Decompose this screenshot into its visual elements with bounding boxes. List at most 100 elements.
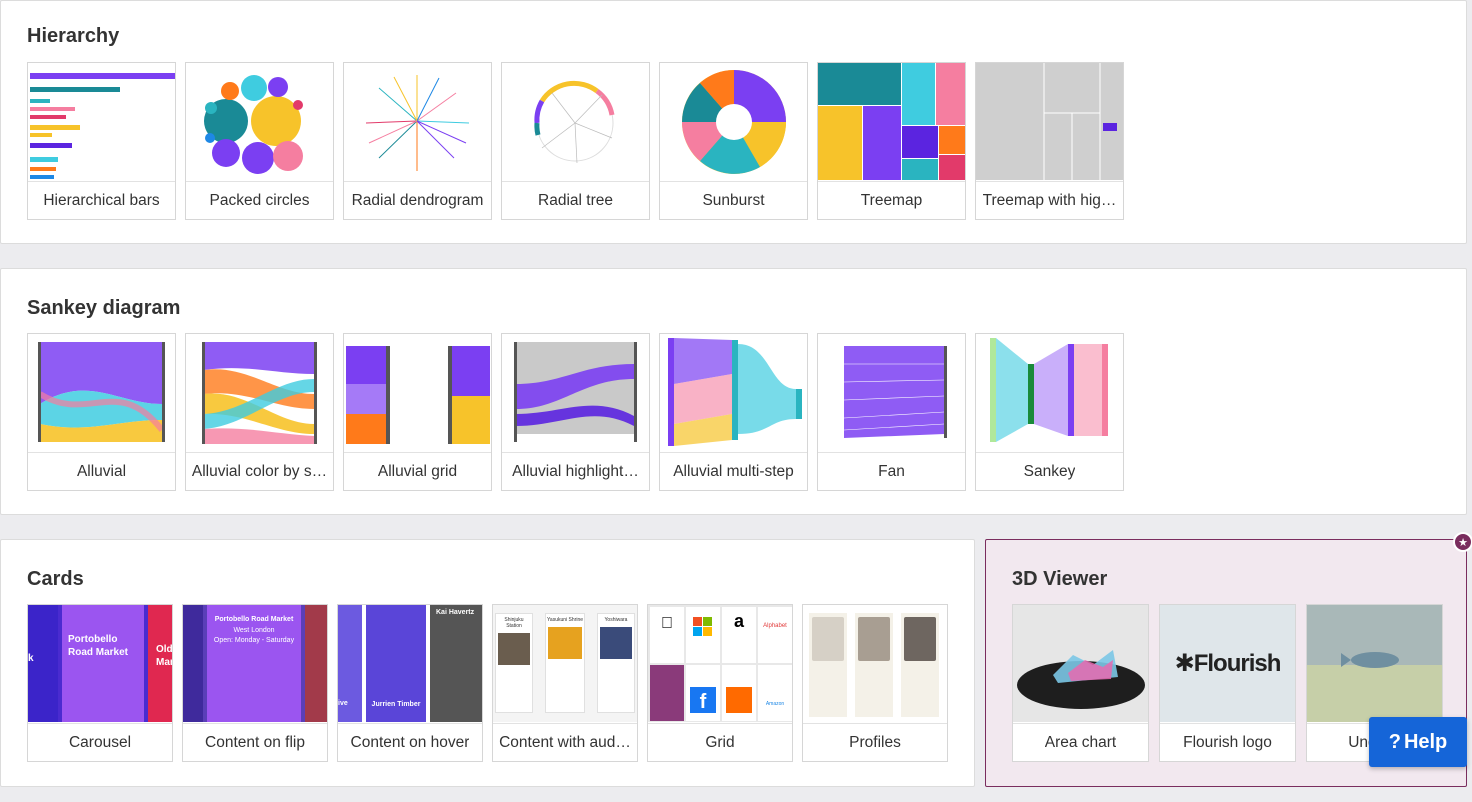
tile-label: Alluvial color by s… bbox=[191, 462, 328, 480]
grid-logo-tile bbox=[650, 665, 684, 721]
tile-area-chart-3d[interactable]: Area chart bbox=[1012, 604, 1149, 762]
tile-content-on-flip[interactable]: Portobello Road Market West London Open:… bbox=[182, 604, 328, 762]
help-label: Help bbox=[1403, 730, 1448, 753]
tile-label: Treemap bbox=[860, 191, 923, 209]
tile-sunburst[interactable]: Sunburst bbox=[659, 62, 808, 220]
flourish-logo-icon: ✱Flourish bbox=[1174, 650, 1282, 677]
star-icon: ★ bbox=[1453, 532, 1472, 552]
cards-section: Cards k Portobello Road Market Old Mar C… bbox=[0, 539, 975, 787]
thumbnail-content-on-flip: Portobello Road Market West London Open:… bbox=[183, 605, 327, 722]
tile-radial-dendrogram[interactable]: Radial dendrogram bbox=[343, 62, 492, 220]
thumbnail-carousel: k Portobello Road Market Old Mar bbox=[28, 605, 172, 722]
profile-card-1 bbox=[809, 613, 847, 717]
section-title-cards: Cards bbox=[27, 568, 84, 590]
tile-label: Sankey bbox=[1023, 462, 1076, 480]
tile-alluvial-highlight[interactable]: Alluvial highlight… bbox=[501, 333, 650, 491]
thumbnail-packed-circles bbox=[186, 63, 333, 180]
tile-grid[interactable]:  a Alphabet f Amazon Grid bbox=[647, 604, 793, 762]
tile-label: Alluvial highlight… bbox=[512, 462, 639, 480]
help-button[interactable]: ? Help bbox=[1369, 717, 1467, 767]
tile-alluvial-multi-step[interactable]: Alluvial multi-step bbox=[659, 333, 808, 491]
amazon-logo-icon: a bbox=[722, 607, 756, 663]
carousel-left-panel: k bbox=[28, 605, 58, 722]
tile-hierarchical-bars[interactable]: Hierarchical bars bbox=[27, 62, 176, 220]
section-title-hierarchy: Hierarchy bbox=[27, 25, 120, 47]
thumbnail-radial-dendrogram bbox=[344, 63, 491, 180]
thumbnail-underwater bbox=[1307, 605, 1442, 722]
tile-label: Radial tree bbox=[538, 191, 613, 209]
sankey-section: Sankey diagram Alluvial Alluvial color b… bbox=[0, 268, 1467, 515]
tile-label: Carousel bbox=[68, 733, 132, 751]
tile-radial-tree[interactable]: Radial tree bbox=[501, 62, 650, 220]
section-title-sankey: Sankey diagram bbox=[27, 297, 181, 319]
tile-treemap-with-highlight[interactable]: Treemap with hig… bbox=[975, 62, 1124, 220]
tile-label: Packed circles bbox=[209, 191, 310, 209]
thumbnail-treemap-highlight bbox=[976, 63, 1123, 180]
thumbnail-content-with-audio: Shinjuku Station Yasukuni Shrine Yoshiwa… bbox=[493, 605, 637, 722]
thumbnail-hierarchical-bars bbox=[28, 63, 175, 180]
alphabet-logo: Alphabet bbox=[758, 607, 792, 663]
thumbnail-alluvial bbox=[28, 334, 175, 451]
apple-logo-icon:  bbox=[650, 607, 684, 663]
tile-content-with-audio[interactable]: Shinjuku Station Yasukuni Shrine Yoshiwa… bbox=[492, 604, 638, 762]
audio-card-2: Yasukuni Shrine bbox=[545, 613, 585, 713]
profile-card-3 bbox=[901, 613, 939, 717]
tile-treemap[interactable]: Treemap bbox=[817, 62, 966, 220]
thumbnail-treemap bbox=[818, 63, 965, 180]
tile-alluvial-color-by-source[interactable]: Alluvial color by s… bbox=[185, 333, 334, 491]
carousel-right-panel: Old Mar bbox=[148, 605, 172, 722]
alibaba-logo-icon bbox=[722, 665, 756, 721]
thumbnail-flourish-logo: ✱Flourish bbox=[1160, 605, 1295, 722]
facebook-logo-icon: f bbox=[686, 665, 720, 721]
tile-label: Radial dendrogram bbox=[351, 191, 484, 209]
tile-fan[interactable]: Fan bbox=[817, 333, 966, 491]
tile-label: Hierarchical bars bbox=[43, 191, 160, 209]
section-title-3d-viewer: 3D Viewer bbox=[1012, 568, 1108, 590]
hierarchy-section: Hierarchy Hierarchical bars Packed circl… bbox=[0, 0, 1467, 244]
tile-label: Content with aud… bbox=[499, 733, 631, 751]
tile-label: Treemap with hig… bbox=[982, 191, 1117, 209]
thumbnail-area-chart-3d bbox=[1013, 605, 1148, 722]
flip-card: Portobello Road Market West London Open:… bbox=[207, 605, 301, 722]
tile-sankey[interactable]: Sankey bbox=[975, 333, 1124, 491]
tile-label: Alluvial bbox=[76, 462, 127, 480]
tile-label: Flourish logo bbox=[1183, 733, 1272, 751]
flip-right-strip bbox=[305, 605, 327, 722]
hover-player-card: Jurrien Timber bbox=[366, 605, 426, 722]
thumbnail-grid:  a Alphabet f Amazon bbox=[648, 605, 792, 722]
thumbnail-content-on-hover: ive Jurrien Timber Kai Havertz bbox=[338, 605, 482, 722]
tile-label: Grid bbox=[705, 733, 735, 751]
tile-profiles[interactable]: Profiles bbox=[802, 604, 948, 762]
tile-carousel[interactable]: k Portobello Road Market Old Mar Carouse… bbox=[27, 604, 173, 762]
tile-alluvial-grid[interactable]: Alluvial grid bbox=[343, 333, 492, 491]
tile-packed-circles[interactable]: Packed circles bbox=[185, 62, 334, 220]
flip-left-strip bbox=[183, 605, 203, 722]
thumbnail-alluvial-multi-step bbox=[660, 334, 807, 451]
thumbnail-radial-tree bbox=[502, 63, 649, 180]
hover-left-card: ive bbox=[338, 605, 362, 722]
audio-card-1: Shinjuku Station bbox=[495, 613, 533, 713]
profile-card-2 bbox=[855, 613, 893, 717]
microsoft-logo-icon bbox=[686, 607, 720, 663]
tile-label: Sunburst bbox=[702, 191, 765, 209]
amazon-text-tile: Amazon bbox=[758, 665, 792, 721]
tile-label: Area chart bbox=[1044, 733, 1117, 751]
hover-info-card: Kai Havertz bbox=[430, 605, 482, 722]
tile-label: Profiles bbox=[849, 733, 901, 751]
tile-label: Content on hover bbox=[350, 733, 470, 751]
tile-label: Alluvial grid bbox=[377, 462, 458, 480]
tile-alluvial[interactable]: Alluvial bbox=[27, 333, 176, 491]
tile-label: Fan bbox=[878, 462, 905, 480]
tile-flourish-logo-3d[interactable]: ✱Flourish Flourish logo bbox=[1159, 604, 1296, 762]
thumbnail-alluvial-grid bbox=[344, 334, 491, 451]
thumbnail-alluvial-color bbox=[186, 334, 333, 451]
thumbnail-profiles bbox=[803, 605, 947, 722]
thumbnail-alluvial-highlight bbox=[502, 334, 649, 451]
tile-label: Content on flip bbox=[205, 733, 305, 751]
audio-card-3: Yoshiwara bbox=[597, 613, 635, 713]
carousel-main-panel: Portobello Road Market bbox=[62, 605, 144, 722]
tile-content-on-hover[interactable]: ive Jurrien Timber Kai Havertz Content o… bbox=[337, 604, 483, 762]
thumbnail-fan bbox=[818, 334, 965, 451]
thumbnail-sankey bbox=[976, 334, 1123, 451]
tile-label: Alluvial multi-step bbox=[673, 462, 794, 480]
